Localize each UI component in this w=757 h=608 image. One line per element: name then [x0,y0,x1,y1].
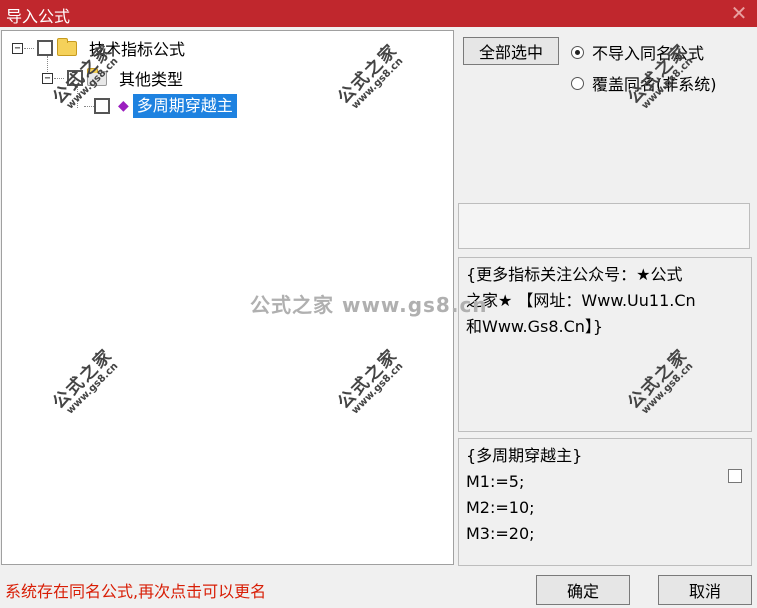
cancel-button[interactable]: 取消 [658,575,752,605]
radio-label: 覆盖同名(非系统) [592,75,717,94]
code-line: {多周期穿越主} [466,446,583,465]
radio-button[interactable] [571,76,584,90]
collapse-icon[interactable]: − [42,72,53,84]
tree-checkbox[interactable] [37,40,53,56]
status-message: 系统存在同名公式,再次点击可以更名 [5,582,267,601]
select-all-button[interactable]: 全部选中 [463,37,559,65]
tree-item-label: 其他类型 [119,70,184,89]
formula-icon: ◆ [118,98,129,114]
tree-item-category[interactable]: − 其他类型 [42,67,183,89]
radio-label: 不导入同名公式 [592,44,705,63]
folder-icon [87,67,107,86]
ok-button[interactable]: 确定 [536,575,630,605]
rename-field[interactable] [458,203,750,249]
tree-connector [77,86,78,108]
description-line: 之家★ 【网址：Www.Uu11.Cn [466,291,696,310]
tree-item-label: 技术指标公式 [89,40,186,59]
tree-checkbox[interactable] [94,98,110,114]
window-title: 导入公式 [6,7,71,26]
description-panel: {更多指标关注公众号：★公式 之家★ 【网址：Www.Uu11.Cn 和Www.… [458,257,752,432]
code-line: M3:=20; [466,524,535,543]
code-line: M1:=5; [466,472,525,491]
tree-item-root[interactable]: − 技术指标公式 [12,37,185,59]
radio-no-import[interactable]: 不导入同名公式 [571,40,704,64]
watermark-text: 公式之家 www.gs8.cn [250,293,488,317]
code-checkbox[interactable] [728,469,742,483]
tree-item-formula[interactable]: ◆ 多周期穿越主 [94,94,237,118]
radio-overwrite[interactable]: 覆盖同名(非系统) [571,71,717,95]
folder-icon [57,37,77,56]
tree-item-label[interactable]: 多周期穿越主 [132,94,237,118]
radio-button[interactable] [571,45,584,59]
code-line: M2:=10; [466,498,535,517]
formula-code-panel: {多周期穿越主} M1:=5; M2:=10; M3:=20; [458,438,752,566]
close-icon[interactable]: ✕ [729,1,749,25]
collapse-icon[interactable]: − [12,42,23,54]
title-bar: 导入公式 ✕ [0,0,757,27]
description-line: {更多指标关注公众号：★公式 [466,265,683,284]
tree-checkbox[interactable] [67,70,83,86]
